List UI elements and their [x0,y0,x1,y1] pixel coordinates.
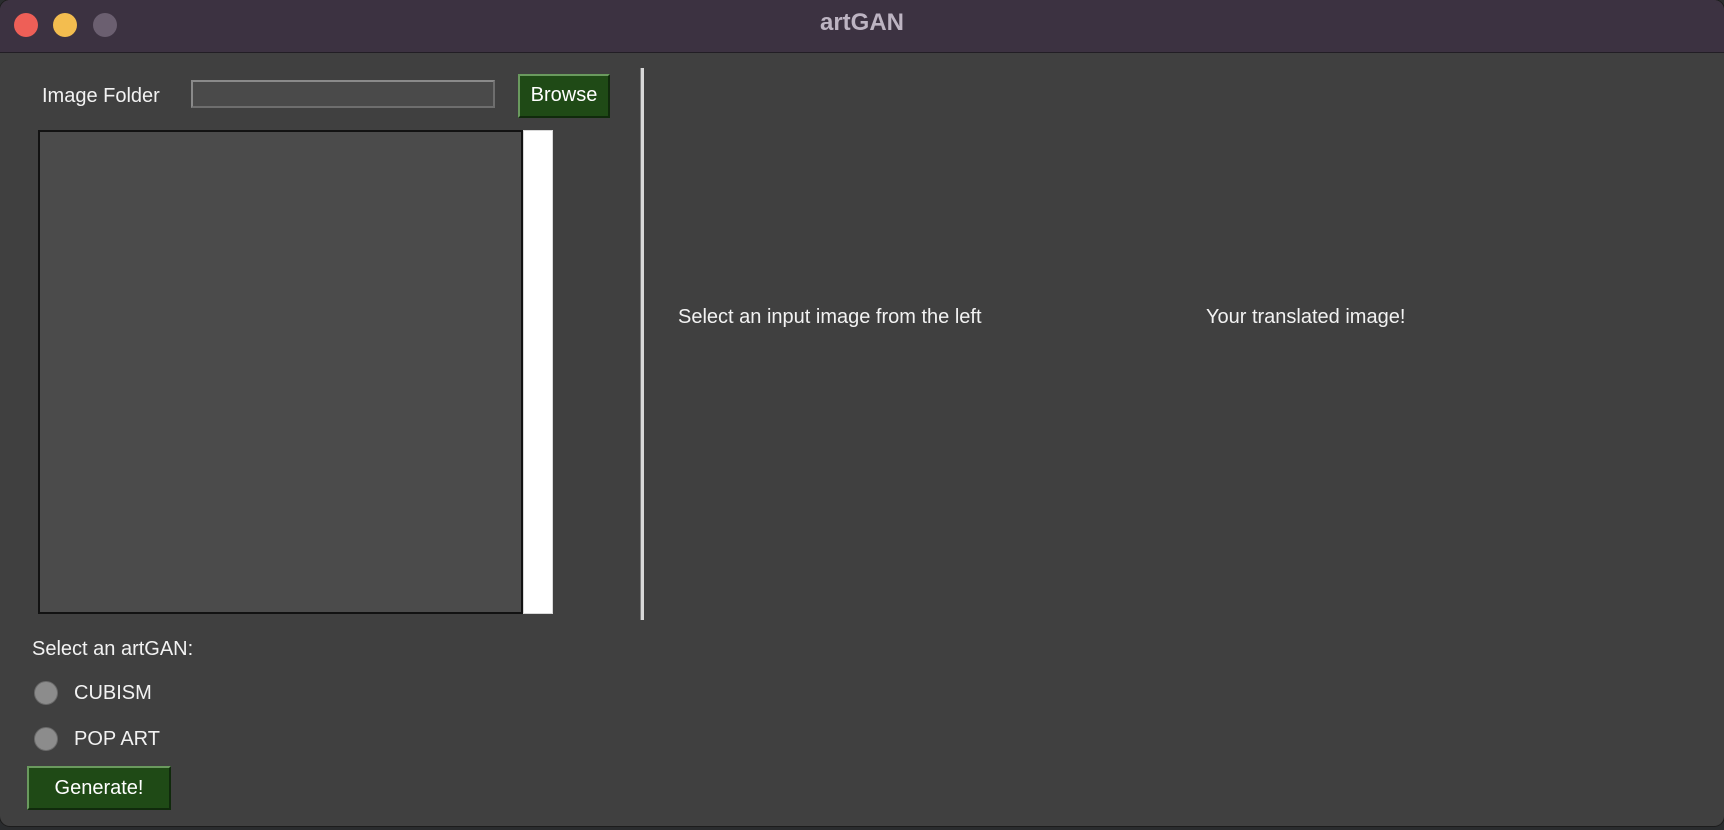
pop-art-radio[interactable] [34,727,58,751]
generate-button[interactable]: Generate! [27,766,171,810]
pop-art-label[interactable]: POP ART [74,728,160,751]
input-image-caption: Select an input image from the left [678,306,982,328]
select-artgan-label: Select an artGAN: [32,638,194,660]
image-folder-input[interactable] [191,80,495,108]
cubism-label[interactable]: CUBISM [74,682,152,705]
image-list[interactable] [38,130,523,614]
image-folder-label: Image Folder [42,85,160,107]
window-title: artGAN [819,9,904,36]
panel-divider [640,68,644,620]
output-image-caption: Your translated image! [1206,306,1406,328]
app-window: artGAN Image Folder Browse Select an inp… [0,0,1724,826]
image-list-scrollbar[interactable] [523,130,553,614]
browse-button[interactable]: Browse [518,74,610,118]
cubism-radio[interactable] [34,681,58,705]
title-bar[interactable]: artGAN [0,0,1724,53]
